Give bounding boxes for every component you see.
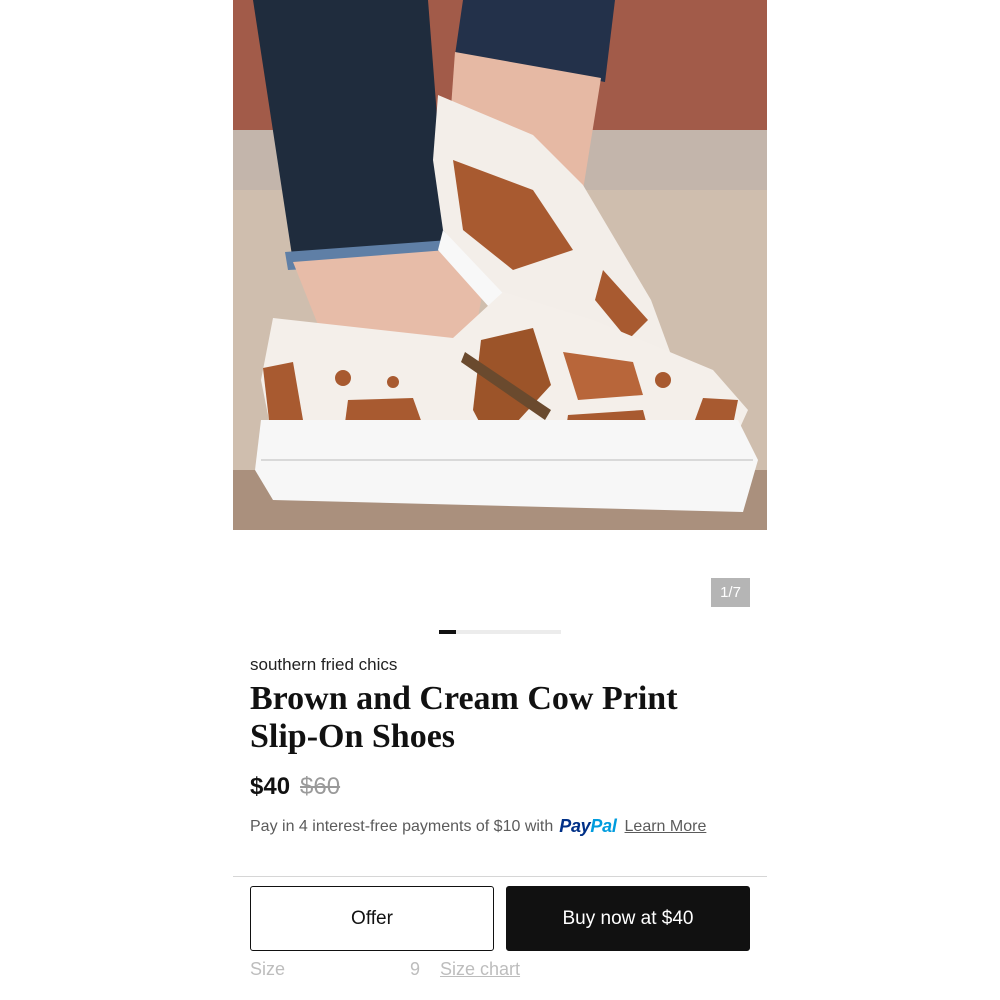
image-counter: 1/7 (711, 578, 750, 607)
size-chart-link[interactable]: Size chart (440, 959, 520, 980)
product-image[interactable] (233, 0, 767, 530)
product-title: Brown and Cream Cow Print Slip-On Shoes (250, 680, 678, 755)
buy-now-button[interactable]: Buy now at $40 (506, 886, 750, 951)
size-value: 9 (410, 959, 421, 979)
current-price: $40 (250, 773, 291, 800)
front-shoe-dot-1 (335, 370, 351, 386)
learn-more-link[interactable]: Learn More (625, 818, 707, 836)
seller-name[interactable]: southern fried chics (250, 655, 397, 675)
gallery-progress-fill (439, 630, 456, 634)
original-price: $60 (300, 773, 341, 800)
paypal-logo-part1: Pay (559, 816, 591, 836)
paypal-logo-part2: Pal (590, 816, 617, 836)
divider (233, 876, 767, 877)
gallery-progress (439, 630, 561, 634)
price-row: $40 $60 (250, 773, 340, 801)
size-label: Size (250, 959, 286, 979)
offer-button[interactable]: Offer (250, 886, 494, 951)
paypal-logo: PayPal (559, 816, 617, 837)
front-shoe-sole (255, 420, 758, 512)
installment-text: Pay in 4 interest-free payments of $10 w… (250, 817, 554, 835)
front-shoe-dot-3 (655, 372, 671, 388)
installment-row: Pay in 4 interest-free payments of $10 w… (250, 816, 706, 837)
size-row: Size 9 Size chart (250, 959, 750, 983)
front-shoe-dot-2 (387, 376, 399, 388)
